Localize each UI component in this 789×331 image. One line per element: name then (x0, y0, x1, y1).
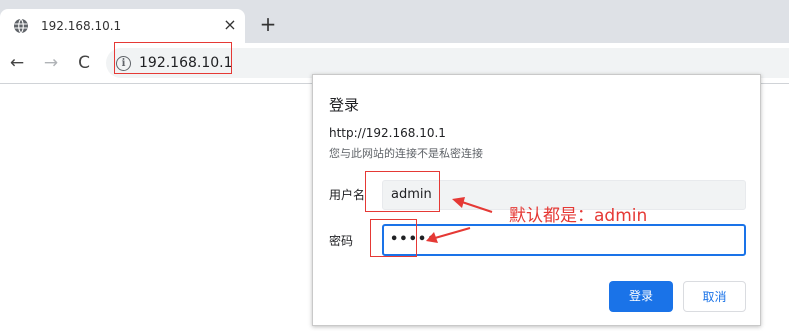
browser-window: 192.168.10.1 × + ← → C i 192.168.10.1 登录… (0, 0, 789, 331)
arrow-to-username (461, 201, 493, 213)
arrowhead-username (452, 197, 465, 208)
annotation-default-credentials: 默认都是：admin (509, 206, 648, 226)
annotation-arrows (426, 197, 493, 243)
arrow-to-password (434, 227, 471, 239)
